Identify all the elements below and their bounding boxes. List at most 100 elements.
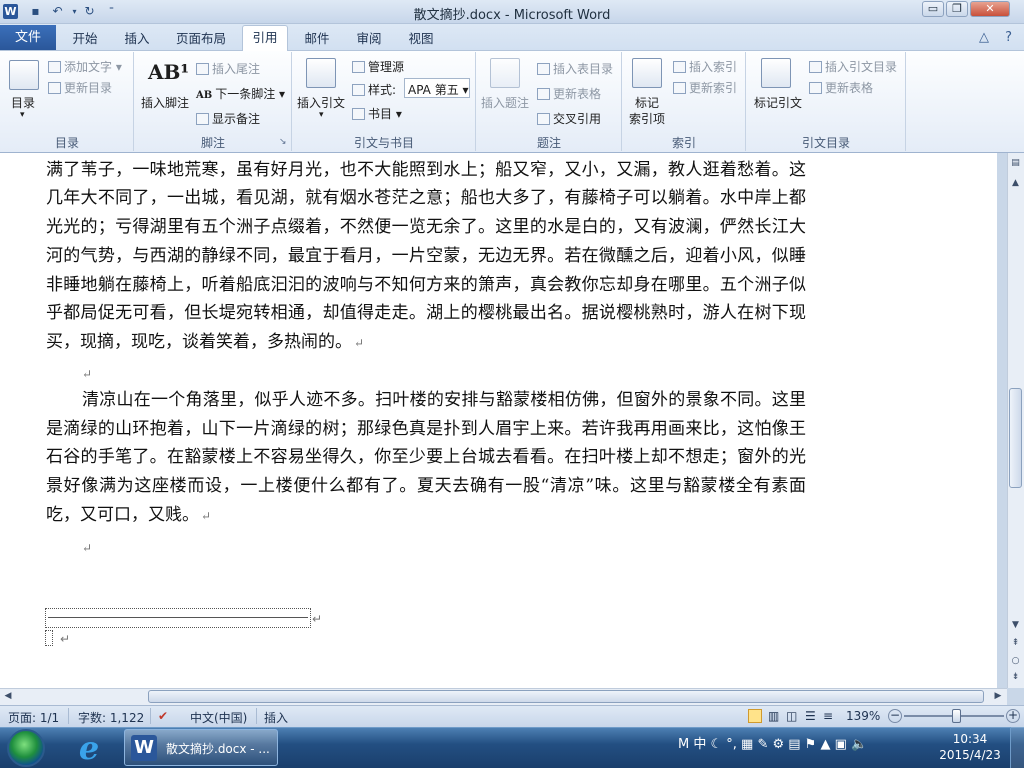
clock-date: 2015/4/23 [939, 748, 1001, 762]
insert-caption-icon [490, 58, 520, 88]
group-label-authorities: 引文目录 [801, 136, 850, 150]
footnotes-dialog-launcher-icon[interactable]: ↘ [279, 137, 287, 147]
word-taskbar-icon: W [131, 735, 157, 761]
mark-entry-button[interactable]: 标记 [635, 94, 659, 111]
bibliography-button[interactable]: 书目 ▾ [352, 105, 402, 122]
toc-button[interactable]: 目录 [11, 94, 35, 111]
zoom-slider-thumb[interactable] [952, 709, 961, 723]
next-page-icon[interactable]: ⇟ [1009, 672, 1022, 682]
insert-caption-button[interactable]: 插入题注 [481, 94, 529, 111]
scroll-left-icon[interactable]: ◀ [3, 691, 13, 701]
zoom-in-button[interactable]: + [1006, 709, 1020, 723]
add-text-button[interactable]: 添加文字 ▾ [48, 58, 122, 75]
add-text-icon [48, 61, 61, 73]
taskbar-word-label: 散文摘抄.docx - ... [166, 742, 270, 756]
next-footnote-icon: AB [196, 90, 213, 101]
browse-object-icon[interactable]: ○ [1009, 656, 1022, 666]
tab-page-layout[interactable]: 页面布局 [170, 29, 232, 50]
help-icon[interactable]: △ ? [979, 30, 1018, 45]
paragraph-mark: ↵ [201, 508, 212, 523]
manage-sources-icon [352, 61, 365, 73]
scroll-right-icon[interactable]: ▶ [993, 691, 1003, 701]
full-screen-reading-view-icon[interactable]: ▥ [768, 709, 779, 723]
insert-endnote-icon [196, 63, 209, 75]
paragraph-2[interactable]: 清凉山在一个角落里，似乎人迹不多。扫叶楼的安排与豁蒙楼相仿佛，但窗外的景象不同。… [46, 386, 806, 531]
tab-insert[interactable]: 插入 [116, 29, 158, 50]
draft-view-icon[interactable]: ≡ [823, 709, 833, 723]
style-icon [352, 84, 365, 96]
tab-references[interactable]: 引用 [242, 25, 288, 51]
insert-citation-button[interactable]: 插入引文 [297, 94, 345, 111]
vertical-scroll-thumb[interactable] [1009, 388, 1022, 488]
insert-endnote-button[interactable]: 插入尾注 [196, 60, 260, 77]
close-button[interactable]: ✕ [970, 1, 1010, 17]
update-index-button[interactable]: 更新索引 [673, 79, 737, 96]
paragraph-mark: ↵ [354, 335, 365, 350]
horizontal-scroll-thumb[interactable] [148, 690, 984, 703]
insert-citation-dropdown-icon[interactable]: ▾ [319, 110, 324, 120]
internet-explorer-icon[interactable]: e [72, 731, 106, 765]
clock-time: 10:34 [952, 732, 988, 746]
system-tray[interactable]: M 中 ☾ °, ▦ ✎ ⚙ ▤ ⚑ ▲ ▣ 🔈 [678, 733, 867, 752]
window-title: 散文摘抄.docx - Microsoft Word [413, 8, 611, 23]
update-toa-icon [809, 82, 822, 94]
language-indicator[interactable]: 中文(中国) [190, 709, 247, 726]
insert-index-button[interactable]: 插入索引 [673, 58, 737, 75]
toc-dropdown-icon[interactable]: ▾ [20, 110, 25, 120]
update-toa-button[interactable]: 更新表格 [809, 79, 873, 96]
bibliography-icon [352, 108, 365, 120]
clock[interactable]: 10:34 2015/4/23 [938, 731, 1002, 763]
ruler-toggle-icon[interactable]: ▤ [1009, 158, 1022, 168]
update-table-button[interactable]: 更新表格 [537, 85, 601, 102]
zoom-level[interactable]: 139% [846, 709, 880, 723]
show-notes-button[interactable]: 显示备注 [196, 110, 260, 127]
minimize-button[interactable]: ▭ [922, 1, 944, 17]
mark-citation-button[interactable]: 标记引文 [754, 94, 802, 111]
table-of-figures-icon [537, 63, 550, 75]
empty-paragraph[interactable]: ↵ [46, 359, 806, 381]
mark-citation-icon [761, 58, 791, 88]
zoom-out-button[interactable]: − [888, 709, 902, 723]
mark-entry-button-line2[interactable]: 索引项 [629, 110, 665, 127]
restore-button[interactable]: ❐ [946, 1, 968, 17]
outline-view-icon[interactable]: ☰ [805, 709, 816, 723]
print-layout-view-icon[interactable] [748, 709, 762, 723]
update-toc-icon [48, 82, 61, 94]
mark-entry-icon [632, 58, 662, 88]
word-count[interactable]: 字数: 1,122 [78, 709, 144, 726]
scroll-up-icon[interactable]: ▲ [1009, 178, 1022, 188]
show-notes-icon [196, 113, 209, 125]
web-layout-view-icon[interactable]: ◫ [786, 709, 797, 723]
tab-review[interactable]: 审阅 [348, 29, 390, 50]
insert-toa-icon [809, 61, 822, 73]
manage-sources-button[interactable]: 管理源 [352, 58, 404, 75]
insert-toa-button[interactable]: 插入引文目录 [809, 58, 897, 75]
next-footnote-button[interactable]: AB 下一条脚注 ▾ [196, 85, 285, 102]
paragraph-1[interactable]: 斜斜地撕秒十云，秒秒秒。现任可不成了，得出了，十出，现着大号九出城。七八年前，湖… [46, 153, 806, 358]
paragraph-mark: ↵ [60, 632, 71, 646]
status-separator [150, 708, 151, 724]
insert-mode-indicator[interactable]: 插入 [264, 709, 288, 726]
group-label-index: 索引 [671, 136, 696, 150]
start-button[interactable] [7, 729, 45, 767]
tab-home[interactable]: 开始 [64, 29, 106, 50]
proofing-icon[interactable]: ✔ [158, 709, 168, 723]
empty-paragraph[interactable]: ↵ [46, 533, 806, 555]
update-index-icon [673, 82, 686, 94]
tab-mailings[interactable]: 邮件 [296, 29, 338, 50]
anchor-frame[interactable] [45, 630, 53, 646]
group-label-toc: 目录 [54, 136, 79, 150]
citation-style-select[interactable]: APA 第五 ▾ [404, 78, 470, 98]
tab-view[interactable]: 视图 [400, 29, 442, 50]
insert-footnote-button[interactable]: 插入脚注 [141, 94, 189, 111]
insert-table-of-figures-button[interactable]: 插入表目录 [537, 60, 613, 77]
text-frame[interactable] [45, 608, 311, 628]
show-desktop-button[interactable] [1010, 727, 1024, 768]
group-label-footnotes: 脚注 [200, 136, 225, 150]
cross-reference-button[interactable]: 交叉引用 [537, 110, 601, 127]
page-count[interactable]: 页面: 1/1 [8, 709, 59, 726]
previous-page-icon[interactable]: ⇞ [1009, 638, 1022, 648]
update-toc-button[interactable]: 更新目录 [48, 79, 112, 96]
scroll-down-icon[interactable]: ▼ [1009, 620, 1022, 630]
tab-file[interactable]: 文件 [0, 25, 56, 50]
